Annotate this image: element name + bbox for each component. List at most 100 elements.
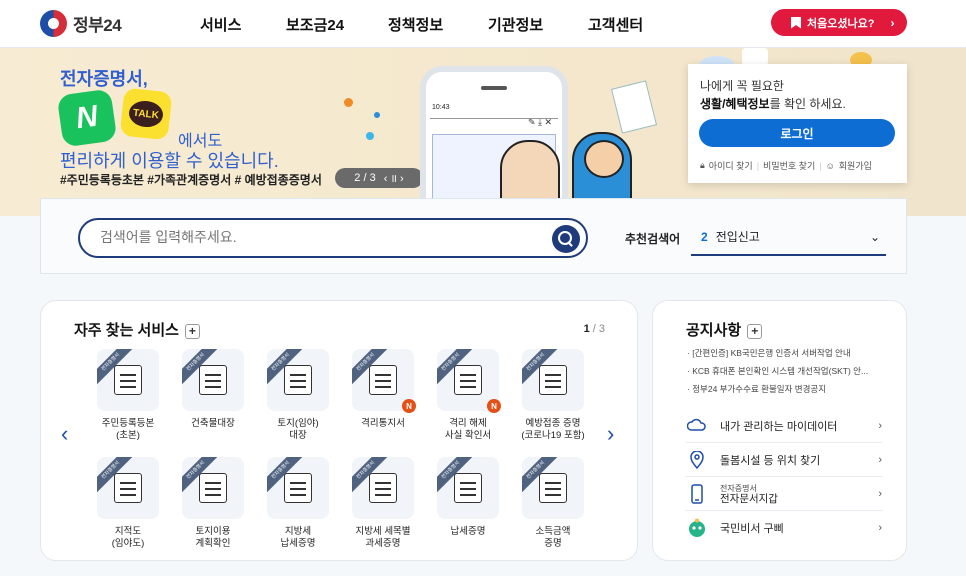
favorite-services-title: 자주 찾는 서비스 + bbox=[74, 319, 200, 340]
page-total: / 3 bbox=[592, 323, 605, 335]
notice-item[interactable]: · KCB 휴대폰 본인확인 시스템 개선작업(SKT) 안... bbox=[687, 365, 868, 377]
account-links: 🔒︎ 아이디 찾기 | 비밀번호 찾기 | ☺ 회원가입 bbox=[700, 159, 872, 172]
service-label: 격리통지서 bbox=[340, 418, 426, 430]
notice-item[interactable]: · 정부24 부가수수료 환불일자 변경공지 bbox=[687, 383, 826, 395]
service-label-line1: 격리 해제 bbox=[449, 418, 487, 429]
nav-subsidy24[interactable]: 보조금24 bbox=[286, 14, 344, 35]
service-item[interactable]: 전자증명서 예방접종 증명 (코로나19 포함) bbox=[510, 349, 596, 442]
lock-icon: 🔒︎ bbox=[700, 160, 705, 170]
chevron-right-icon: › bbox=[878, 487, 882, 500]
document-illustration bbox=[610, 80, 658, 134]
service-icon: 전자증명서 bbox=[267, 349, 329, 411]
service-label: 건축물대장 bbox=[170, 418, 256, 430]
login-intro-line2: 생활/혜택정보를 확인 하세요. bbox=[700, 95, 846, 112]
find-id-link[interactable]: 아이디 찾기 bbox=[709, 159, 753, 172]
nav-agency-info[interactable]: 기관정보 bbox=[488, 14, 543, 35]
service-label-line2: 증명 bbox=[544, 538, 562, 549]
service-item[interactable]: 전자증명서지적도 (임야도) bbox=[85, 457, 171, 550]
document-icon bbox=[114, 365, 142, 395]
favorite-services-card: 자주 찾는 서비스 + 1 / 3 ‹ › 전자증명서 주민등록등본 (초본) 전자증명… bbox=[40, 300, 638, 561]
service-label-line1: 토지(임야) bbox=[277, 418, 319, 429]
service-label: 토지이용 계획확인 bbox=[170, 526, 256, 550]
service-item[interactable]: 전자증명서건축물대장 bbox=[170, 349, 256, 430]
first-visit-button[interactable]: 처음오셨나요? › bbox=[771, 9, 907, 36]
e-wallet-label-group: 전자증명서 전자문서지갑 bbox=[720, 483, 778, 505]
phone-notch bbox=[481, 86, 507, 90]
document-icon bbox=[539, 365, 567, 395]
service-label-line2: (임야도) bbox=[111, 538, 145, 549]
service-item[interactable]: 전자증명서 N 격리통지서 bbox=[340, 349, 426, 430]
mydata-link[interactable]: 내가 관리하는 마이데이터 › bbox=[686, 409, 882, 443]
chevron-right-icon: › bbox=[878, 453, 882, 466]
nav-customer-center[interactable]: 고객센터 bbox=[588, 14, 643, 35]
recommended-keyword-dropdown[interactable]: 2 전입신고 ⌄ bbox=[691, 219, 886, 256]
service-label-line1: 건축물대장 bbox=[191, 418, 235, 429]
gubbi-link[interactable]: 국민비서 구삐 › bbox=[686, 511, 882, 545]
favorite-services-title-text: 자주 찾는 서비스 bbox=[74, 322, 179, 339]
banner-hashtags: #주민등록등초본 #가족관계증명서 # 예방접종증명서 bbox=[60, 173, 322, 187]
service-icon: 전자증명서 bbox=[437, 457, 499, 519]
bookmark-icon bbox=[791, 16, 801, 29]
notice-item-text: [간편인증] KB국민은행 인증서 서버작업 안내 bbox=[692, 348, 851, 358]
gov24-logo[interactable]: 정부24 bbox=[40, 10, 122, 37]
login-intro-line1: 나에게 꼭 필요한 bbox=[700, 79, 784, 93]
notice-item[interactable]: · [간편인증] KB국민은행 인증서 서버작업 안내 bbox=[687, 347, 851, 359]
service-label: 납세증명 bbox=[425, 526, 511, 538]
chevron-left-icon[interactable]: ‹ bbox=[61, 421, 68, 447]
service-label: 지방세 세목별 과세증명 bbox=[340, 526, 426, 550]
service-item[interactable]: 전자증명서 소득금액 증명 bbox=[510, 457, 596, 550]
chevron-down-icon[interactable]: ⌄ bbox=[870, 230, 880, 244]
service-item[interactable]: 전자증명서주민등록등본 (초본) bbox=[85, 349, 171, 442]
logo-text: 정부24 bbox=[73, 16, 122, 35]
service-label-line1: 납세증명 bbox=[450, 526, 486, 537]
document-icon bbox=[369, 365, 397, 395]
service-item[interactable]: 전자증명서 토지이용 계획확인 bbox=[170, 457, 256, 550]
chevron-right-icon[interactable]: › bbox=[607, 421, 614, 447]
page-current: 1 bbox=[583, 323, 590, 335]
service-label-line1: 지방세 세목별 bbox=[355, 526, 411, 537]
nav-services[interactable]: 서비스 bbox=[200, 14, 241, 35]
first-visit-label: 처음오셨나요? bbox=[807, 17, 875, 30]
service-item[interactable]: 전자증명서토지(임야) 대장 bbox=[255, 349, 341, 442]
plus-icon[interactable]: + bbox=[184, 323, 200, 339]
service-item[interactable]: 전자증명서납세증명 bbox=[425, 457, 511, 538]
service-label: 격리 해제 사실 확인서 bbox=[425, 418, 511, 442]
service-label-line2: 대장 bbox=[289, 430, 307, 441]
nav-policy-info[interactable]: 정책정보 bbox=[388, 14, 443, 35]
banner-pager: 2 / 3 ‹ ॥ › bbox=[335, 168, 423, 188]
notice-item-text: 정부24 부가수수료 환불일자 변경공지 bbox=[692, 384, 827, 394]
plus-icon[interactable]: + bbox=[747, 323, 763, 339]
recommended-term[interactable]: 전입신고 bbox=[716, 228, 760, 245]
login-button[interactable]: 로그인 bbox=[699, 119, 895, 147]
taegeuk-logo-icon bbox=[40, 10, 67, 37]
care-facility-link[interactable]: 돌봄시설 등 위치 찾기 › bbox=[686, 443, 882, 477]
service-item[interactable]: 전자증명서 지방세 세목별 과세증명 bbox=[340, 457, 426, 550]
search-input[interactable] bbox=[100, 229, 540, 245]
find-password-link[interactable]: 비밀번호 찾기 bbox=[763, 159, 815, 172]
favorite-page-indicator: 1 / 3 bbox=[584, 323, 605, 335]
decor-dot bbox=[374, 112, 380, 118]
chevron-right-icon: › bbox=[878, 522, 882, 534]
service-icon: 전자증명서 bbox=[97, 457, 159, 519]
decor-dot bbox=[344, 98, 353, 107]
service-item[interactable]: 전자증명서 N 격리 해제 사실 확인서 bbox=[425, 349, 511, 442]
banner-pager-controls[interactable]: ‹ ॥ › bbox=[384, 171, 404, 186]
recommended-label: 추천검색어 bbox=[625, 232, 681, 246]
banner-line1: 전자증명서, bbox=[60, 69, 148, 89]
search-icon[interactable] bbox=[552, 225, 580, 253]
service-label: 지적도 (임야도) bbox=[85, 526, 171, 550]
user-icon: ☺ bbox=[825, 160, 835, 171]
service-label-line1: 지적도 bbox=[114, 526, 142, 537]
service-label: 주민등록등본 (초본) bbox=[85, 418, 171, 442]
notice-title: 공지사항 + bbox=[686, 319, 763, 340]
divider bbox=[430, 118, 558, 119]
service-item[interactable]: 전자증명서 지방세 납세증명 bbox=[255, 457, 341, 550]
notice-card: 공지사항 + · [간편인증] KB국민은행 인증서 서버작업 안내 · KCB … bbox=[652, 300, 907, 561]
service-icon: 전자증명서 bbox=[97, 349, 159, 411]
service-icon: 전자증명서 bbox=[267, 457, 329, 519]
join-link[interactable]: 회원가입 bbox=[839, 159, 872, 172]
service-icon: 전자증명서 bbox=[182, 349, 244, 411]
e-wallet-link[interactable]: 전자증명서 전자문서지갑 › bbox=[686, 477, 882, 511]
chevron-right-icon: › bbox=[890, 15, 895, 30]
notice-title-text: 공지사항 bbox=[686, 322, 742, 339]
